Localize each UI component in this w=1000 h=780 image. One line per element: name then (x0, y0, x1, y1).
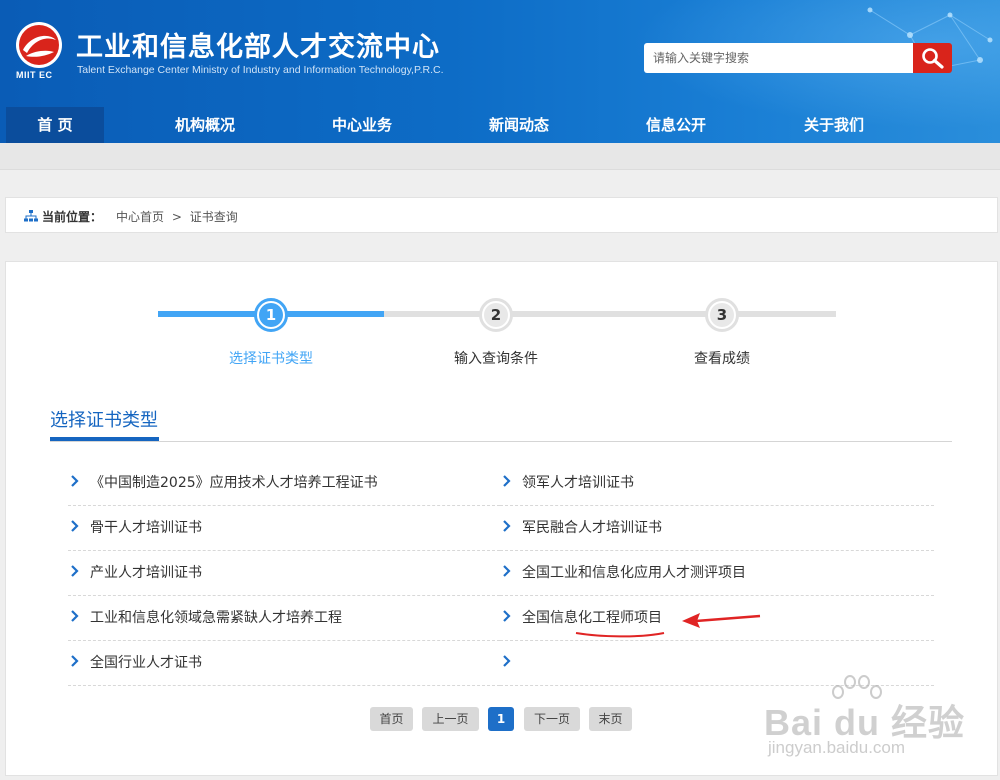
cert-item[interactable]: 工业和信息化领域急需紧缺人才培养工程 (68, 596, 500, 641)
cert-item-label: 工业和信息化领域急需紧缺人才培养工程 (90, 610, 342, 626)
chevron-right-icon (71, 610, 79, 622)
cert-item-label: 领军人才培训证书 (522, 475, 634, 491)
cert-item-label: 全国信息化工程师项目 (522, 610, 662, 626)
breadcrumb-separator: > (171, 210, 182, 224)
pagination-next[interactable]: 下一页 (524, 707, 580, 731)
breadcrumb-current: 证书查询 (189, 210, 238, 224)
site-header: MIIT EC 工业和信息化部人才交流中心 Talent Exchange Ce… (0, 0, 1000, 143)
step-3-circle: 3 (705, 298, 739, 332)
chevron-right-icon (71, 475, 79, 487)
main-nav: 首 页 机构概况 中心业务 新闻动态 信息公开 关于我们 (0, 107, 1000, 143)
step-2-number: 2 (484, 303, 508, 327)
cert-item-label: 骨干人才培训证书 (90, 520, 202, 536)
pagination-last[interactable]: 末页 (589, 707, 632, 731)
step-1-circle: 1 (254, 298, 288, 332)
sitemap-icon (24, 210, 38, 222)
chevron-right-icon (71, 565, 79, 577)
cert-item[interactable]: 《中国制造2025》应用技术人才培养工程证书 (68, 461, 500, 506)
sub-nav-bar (0, 143, 1000, 170)
pagination-current-page[interactable]: 1 (488, 707, 514, 731)
cert-item[interactable]: 领军人才培训证书 (500, 461, 934, 506)
miit-logo-icon (16, 22, 62, 68)
chevron-right-icon (503, 475, 511, 487)
step-2-circle: 2 (479, 298, 513, 332)
nav-item-business[interactable]: 中心业务 (313, 107, 411, 143)
cert-item[interactable]: 产业人才培训证书 (68, 551, 500, 596)
step-progress-remaining (384, 311, 836, 317)
chevron-right-icon (503, 655, 511, 667)
pagination-prev[interactable]: 上一页 (422, 707, 479, 731)
section-divider (50, 441, 952, 442)
chevron-right-icon (503, 520, 511, 532)
nav-item-home[interactable]: 首 页 (6, 107, 104, 143)
cert-item-label: 全国行业人才证书 (90, 655, 202, 671)
cert-item[interactable]: 军民融合人才培训证书 (500, 506, 934, 551)
chevron-right-icon (503, 610, 511, 622)
site-title: 工业和信息化部人才交流中心 (76, 32, 440, 63)
chevron-right-icon (503, 565, 511, 577)
search-input[interactable] (644, 43, 914, 73)
cert-item-label: 《中国制造2025》应用技术人才培养工程证书 (90, 475, 378, 491)
cert-item-label: 军民融合人才培训证书 (522, 520, 662, 536)
chevron-right-icon (71, 520, 79, 532)
step-1-label: 选择证书类型 (229, 351, 313, 367)
breadcrumb-home-link[interactable]: 中心首页 (116, 210, 164, 224)
nav-item-disclosure[interactable]: 信息公开 (627, 107, 725, 143)
cert-item[interactable]: 骨干人才培训证书 (68, 506, 500, 551)
search-button[interactable] (913, 43, 952, 73)
nav-item-about-org[interactable]: 机构概况 (156, 107, 254, 143)
cert-item-label: 产业人才培训证书 (90, 565, 202, 581)
search-icon (922, 48, 944, 69)
logo-text: MIIT EC (16, 70, 53, 80)
cert-item-info-engineer[interactable]: 全国信息化工程师项目 (500, 596, 934, 641)
breadcrumb-path: 中心首页 > 证书查询 (116, 208, 238, 225)
nav-item-about-us[interactable]: 关于我们 (785, 107, 883, 143)
step-3-number: 3 (710, 303, 734, 327)
chevron-right-icon (71, 655, 79, 667)
step-2-label: 输入查询条件 (454, 351, 538, 367)
pagination-first[interactable]: 首页 (370, 707, 413, 731)
cert-item[interactable]: 全国行业人才证书 (68, 641, 500, 686)
cert-item[interactable]: 全国工业和信息化应用人才测评项目 (500, 551, 934, 596)
nav-item-news[interactable]: 新闻动态 (470, 107, 568, 143)
breadcrumb-label: 当前位置： (42, 210, 103, 224)
cert-item-label: 全国工业和信息化应用人才测评项目 (522, 565, 746, 581)
site-subtitle: Talent Exchange Center Ministry of Indus… (77, 64, 444, 76)
breadcrumb: 当前位置： 中心首页 > 证书查询 (5, 197, 998, 233)
cert-item[interactable] (500, 641, 934, 686)
step-3-label: 查看成绩 (694, 351, 750, 367)
step-1-number: 1 (259, 303, 283, 327)
section-title: 选择证书类型 (50, 410, 158, 431)
